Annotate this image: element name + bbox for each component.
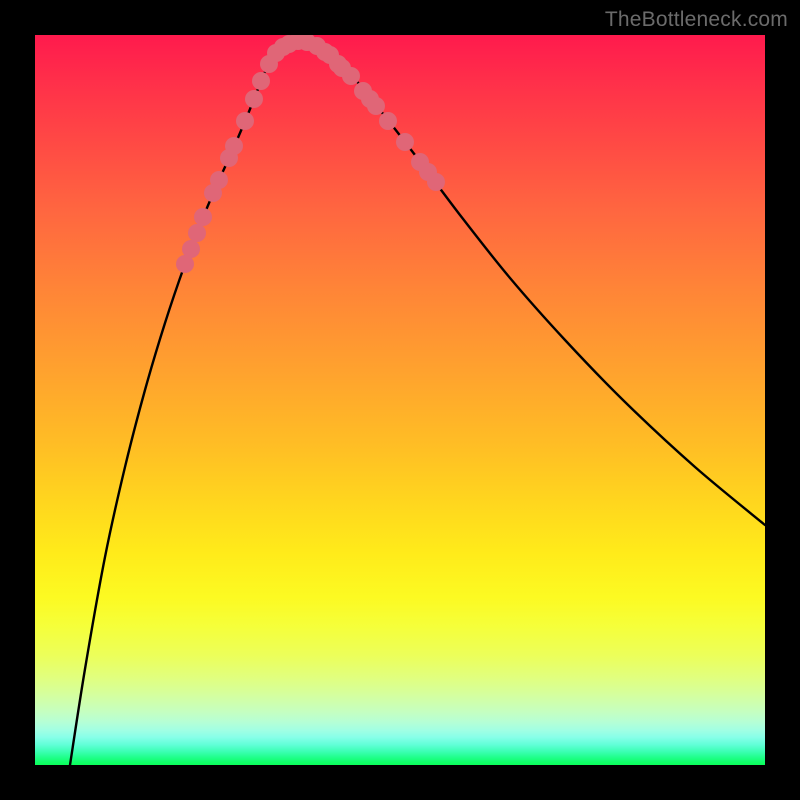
marker-dot	[245, 90, 263, 108]
bottleneck-curve	[70, 41, 765, 765]
plot-area	[35, 35, 765, 765]
marker-dot	[182, 240, 200, 258]
marker-dot	[236, 112, 254, 130]
chart-frame: TheBottleneck.com	[0, 0, 800, 800]
marker-dot	[225, 137, 243, 155]
marker-dot	[367, 97, 385, 115]
curve-svg	[35, 35, 765, 765]
marker-dot	[194, 208, 212, 226]
marker-dot	[427, 173, 445, 191]
marker-dot	[210, 171, 228, 189]
watermark-text: TheBottleneck.com	[605, 8, 788, 32]
marker-group	[176, 35, 445, 273]
marker-dot	[252, 72, 270, 90]
marker-dot	[379, 112, 397, 130]
marker-dot	[342, 67, 360, 85]
marker-dot	[396, 133, 414, 151]
marker-dot	[188, 224, 206, 242]
